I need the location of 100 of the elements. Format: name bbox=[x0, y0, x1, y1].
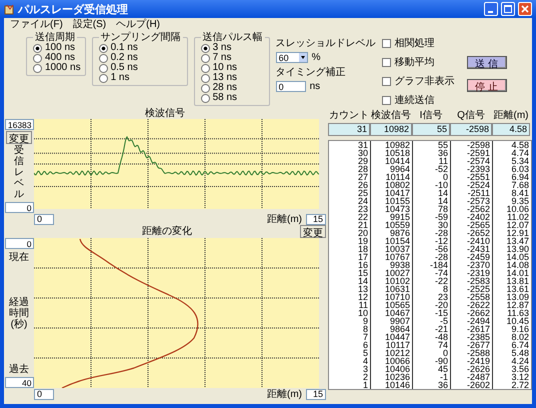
change-button[interactable]: 変更 bbox=[6, 131, 32, 144]
app-icon bbox=[4, 4, 15, 14]
table-cell: -59 bbox=[413, 213, 451, 221]
table-cell-text: 13.61 bbox=[505, 285, 530, 293]
menu-item[interactable]: ヘルプ(H) bbox=[116, 19, 160, 31]
value-field: 4.58 bbox=[492, 123, 530, 136]
table-cell: 13 bbox=[329, 285, 371, 293]
table-cell: 5 bbox=[329, 349, 371, 357]
table-cell: 45 bbox=[413, 365, 451, 373]
table-cell: 74 bbox=[413, 341, 451, 349]
table-cell: 10102 bbox=[371, 277, 413, 285]
input-field[interactable]: 15 bbox=[306, 388, 326, 400]
input-field[interactable]: 16383 bbox=[4, 119, 34, 130]
column-header: 検波信号 bbox=[370, 110, 412, 122]
radio-button[interactable] bbox=[33, 44, 42, 52]
table-cell: 17 bbox=[329, 253, 371, 261]
table-cell-text: 13.47 bbox=[505, 237, 530, 245]
table-cell: 8 bbox=[329, 325, 371, 333]
input-field[interactable]: 0 bbox=[34, 388, 54, 400]
table-cell: -22 bbox=[413, 277, 451, 285]
table-cell: 30 bbox=[413, 221, 451, 229]
table-cell: 10710 bbox=[371, 293, 413, 301]
radio-button[interactable] bbox=[200, 64, 210, 72]
radio-button[interactable] bbox=[200, 94, 210, 102]
table-cell: 6 bbox=[329, 341, 371, 349]
change-button[interactable]: 変更 bbox=[300, 225, 326, 238]
table-cell-text: 14.08 bbox=[505, 261, 530, 269]
radio-button[interactable] bbox=[98, 64, 108, 72]
option-label: 0.1 ns bbox=[110, 43, 138, 53]
table-cell: 9 bbox=[329, 317, 371, 325]
column-header: 距離(m) bbox=[492, 110, 530, 122]
radio-button[interactable] bbox=[200, 54, 210, 62]
maximize-icon bbox=[504, 5, 512, 13]
table-cell: 9964 bbox=[371, 165, 413, 173]
radio-button[interactable] bbox=[98, 74, 108, 82]
window-title: パルスレーダ受信処理 bbox=[18, 2, 129, 16]
table-cell: -2511 bbox=[451, 189, 493, 197]
menu-item[interactable]: ファイル(F) bbox=[10, 19, 63, 31]
table-cell: -2617 bbox=[451, 325, 493, 333]
table-cell: 10212 bbox=[371, 349, 413, 357]
input-field[interactable]: 0 bbox=[276, 81, 306, 92]
checkbox[interactable] bbox=[382, 96, 391, 104]
table-cell: 36 bbox=[413, 149, 451, 157]
table-cell: -2393 bbox=[451, 165, 493, 173]
checkbox[interactable] bbox=[382, 38, 391, 48]
threshold-label: スレッショルドレベル bbox=[276, 37, 376, 50]
input-field[interactable]: 0 bbox=[34, 214, 54, 224]
radio-button[interactable] bbox=[98, 54, 108, 62]
radio-button[interactable] bbox=[33, 64, 42, 72]
axis-label: 現在 bbox=[9, 251, 29, 264]
table-cell: -48 bbox=[413, 333, 451, 341]
table-cell: 10117 bbox=[371, 341, 413, 349]
table-cell-text: 4.24 bbox=[510, 357, 530, 365]
table-cell: 10982 bbox=[371, 141, 413, 149]
axis-label: 受信レベル bbox=[14, 145, 24, 200]
axis-label: 距離(m) bbox=[267, 213, 302, 226]
table-cell: 7 bbox=[329, 333, 371, 341]
unit-label: % bbox=[312, 52, 320, 63]
send-button[interactable]: 送 信 bbox=[466, 56, 507, 69]
table-cell: -2652 bbox=[451, 229, 493, 237]
chart-title: 距離の変化 bbox=[141, 226, 193, 237]
table-cell: -2622 bbox=[451, 301, 493, 309]
checkbox-label: グラフ非表示 bbox=[394, 74, 455, 88]
dropdown[interactable]: 60 bbox=[276, 52, 308, 63]
radio-button[interactable] bbox=[200, 74, 210, 82]
close-button[interactable] bbox=[518, 2, 532, 16]
table-cell: -28 bbox=[413, 229, 451, 237]
value-field: 31 bbox=[328, 123, 370, 136]
checkbox[interactable] bbox=[382, 76, 391, 86]
radio-button[interactable] bbox=[33, 54, 42, 62]
table-cell: 23 bbox=[329, 205, 371, 213]
table-cell: 10027 bbox=[371, 269, 413, 277]
table-cell: 14 bbox=[413, 197, 451, 205]
table-cell: 24 bbox=[329, 197, 371, 205]
input-field[interactable]: 0 bbox=[4, 202, 34, 213]
input-field[interactable]: 15 bbox=[306, 214, 326, 224]
table-cell-text: 11.02 bbox=[506, 213, 530, 221]
stop-button[interactable]: 停 止 bbox=[466, 79, 507, 92]
table-cell: -2602 bbox=[451, 381, 493, 389]
table-cell: 15 bbox=[329, 269, 371, 277]
table-cell: 10154 bbox=[371, 237, 413, 245]
maximize-button[interactable] bbox=[501, 2, 515, 16]
input-field[interactable]: 0 bbox=[4, 238, 34, 249]
table-cell: 10414 bbox=[371, 157, 413, 165]
minimize-button[interactable] bbox=[484, 2, 498, 16]
radio-button[interactable] bbox=[200, 44, 210, 52]
table-cell: 10467 bbox=[371, 309, 413, 317]
value-field: 10982 bbox=[370, 123, 412, 136]
radio-button[interactable] bbox=[98, 44, 108, 52]
input-field[interactable]: 40 bbox=[4, 377, 34, 388]
table-cell: -5 bbox=[413, 317, 451, 325]
option-label: 1 ns bbox=[110, 73, 130, 83]
table-cell-text: 13.90 bbox=[505, 245, 530, 253]
table-cell-text: 8.41 bbox=[510, 189, 530, 197]
table-cell: 9864 bbox=[371, 325, 413, 333]
checkbox[interactable] bbox=[382, 58, 391, 66]
radio-button[interactable] bbox=[200, 84, 210, 92]
menu-item[interactable]: 設定(S) bbox=[72, 19, 106, 31]
table-cell: 10114 bbox=[371, 173, 413, 181]
table-cell: -28 bbox=[413, 253, 451, 261]
